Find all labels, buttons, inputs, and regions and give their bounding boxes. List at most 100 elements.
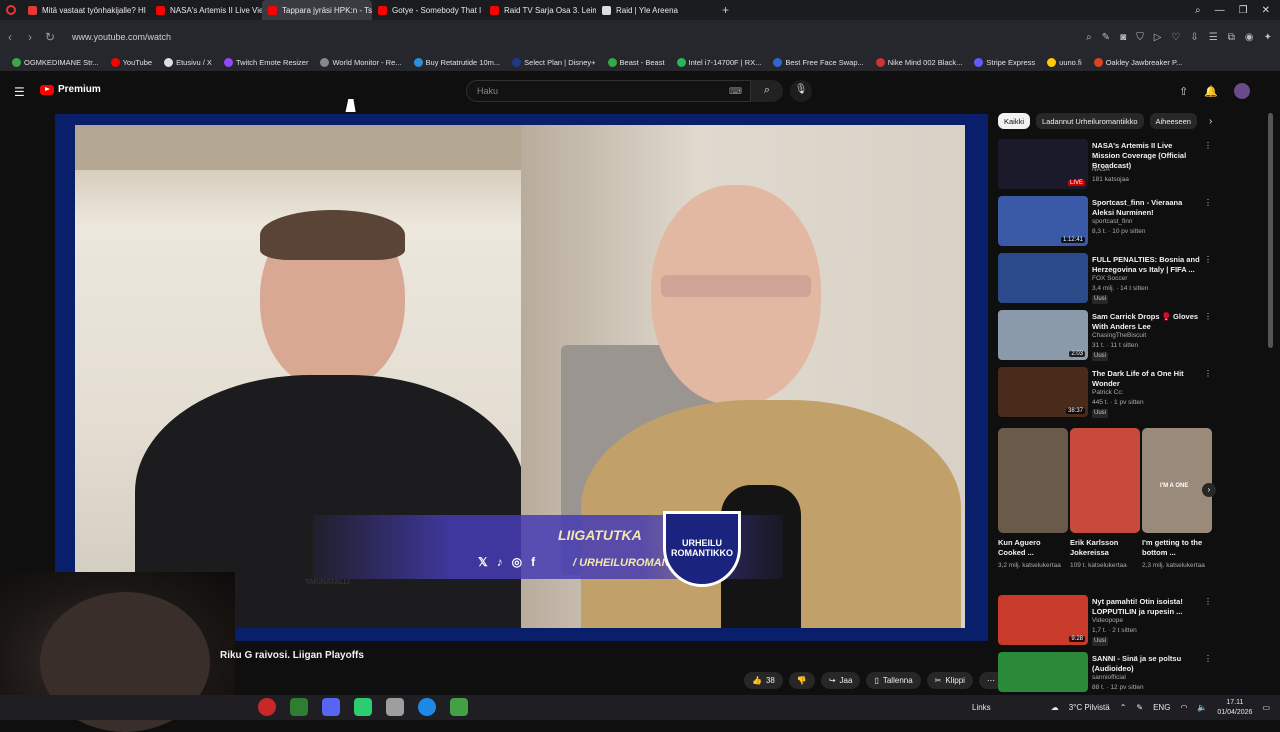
language-indicator[interactable]: ENG (1153, 703, 1170, 712)
chip-all[interactable]: Kaikki (998, 113, 1031, 129)
close-window-icon[interactable]: ✕ (1262, 5, 1270, 16)
heart-icon[interactable]: ♡ (1171, 32, 1180, 43)
chip-uploader[interactable]: Ladannut Urheiluromantiikko (1036, 113, 1144, 129)
like-button[interactable]: 👍 38 (744, 672, 783, 689)
reload-icon[interactable]: ↻ (40, 30, 60, 44)
bookmark[interactable]: Twitch Emote Resizer (220, 58, 313, 67)
wifi-icon[interactable]: ◠ (1180, 703, 1187, 712)
video-player[interactable]: LIIGATUTKA 𝕏 ♪ ◎ f / URHEILUROMANTIKKO U… (55, 114, 988, 641)
more-vert-icon[interactable]: ⋮ (1204, 255, 1212, 264)
keyboard-icon[interactable]: ⌨ (729, 86, 742, 97)
opera-logo-icon[interactable] (6, 5, 16, 15)
bookmark[interactable]: Etusivu / X (160, 58, 216, 67)
bookmark[interactable]: Stripe Express (970, 58, 1039, 67)
shield-icon[interactable]: ⛉ (1136, 32, 1144, 43)
speaker-icon[interactable]: 🔈 (1197, 703, 1207, 712)
save-button[interactable]: ▯ Tallenna (866, 672, 921, 689)
extension-icon[interactable]: ⧉ (1228, 32, 1235, 43)
download-icon[interactable]: ⇩ (1190, 32, 1198, 43)
url-field[interactable]: www.youtube.com/watch (72, 32, 1086, 42)
bookmark[interactable]: Intel i7-14700F | RX... (673, 58, 766, 67)
recommendation-item[interactable]: SANNI - Sinä ja se poltsu (Audioideo) sa… (998, 652, 1218, 692)
youtube-logo[interactable]: Premium (40, 84, 101, 95)
more-vert-icon[interactable]: ⋮ (1204, 597, 1212, 606)
forward-icon[interactable]: › (20, 30, 40, 44)
more-vert-icon[interactable]: ⋮ (1204, 312, 1212, 321)
bookmark-icon (320, 58, 330, 67)
bookmark[interactable]: Best Free Face Swap... (769, 58, 867, 67)
menu-icon[interactable]: ☰ (1209, 32, 1218, 43)
opera-icon[interactable] (258, 698, 276, 716)
recommendation-item[interactable]: 1:12:41 Sportcast_finn - Vieraana Aleksi… (998, 196, 1218, 248)
maximize-icon[interactable]: ❐ (1239, 5, 1248, 16)
browser-tab[interactable]: Gotye - Somebody That I (372, 0, 484, 20)
search-tabs-icon[interactable]: ⌕ (1195, 5, 1201, 16)
search-input[interactable]: Haku ⌨ (466, 80, 751, 102)
recommendation-item[interactable]: 2:03 Sam Carrick Drops 🥊 Gloves With And… (998, 310, 1218, 362)
browser-tab-active[interactable]: Tappara jyräsi HPK:n - Ts (262, 0, 372, 20)
edge-icon[interactable] (418, 698, 436, 716)
ai-icon[interactable]: ✦ (1264, 32, 1272, 43)
short-thumbnail[interactable] (1070, 428, 1140, 533)
bookmark[interactable]: YouTube (107, 58, 156, 67)
bookmark[interactable]: Select Plan | Disney+ (508, 58, 599, 67)
share-button[interactable]: ↪ Jaa (820, 672, 861, 689)
minimize-icon[interactable]: — (1215, 5, 1225, 16)
dislike-button[interactable]: 👎 (788, 672, 815, 689)
bookmark[interactable]: uuno.fi (1043, 58, 1086, 67)
edit-icon[interactable]: ✎ (1102, 32, 1110, 43)
files-icon[interactable] (290, 698, 308, 716)
recommendation-item[interactable]: FULL PENALTIES: Bosnia and Herzegovina v… (998, 253, 1218, 305)
terminal-icon[interactable] (450, 698, 468, 716)
clip-button[interactable]: ✂ Klippi (926, 672, 973, 689)
back-icon[interactable]: ‹ (0, 30, 20, 44)
bell-icon[interactable]: 🔔 (1204, 85, 1218, 98)
more-vert-icon[interactable]: ⋮ (1204, 369, 1212, 378)
logo-text: Premium (58, 84, 101, 95)
short-thumbnail[interactable] (998, 428, 1068, 533)
recommendation-item[interactable]: LIVE NASA's Artemis II Live Mission Cove… (998, 139, 1218, 191)
camera-icon[interactable]: ◙ (1120, 32, 1126, 43)
bookmark[interactable]: Oakley Jawbreaker P... (1090, 58, 1187, 67)
more-vert-icon[interactable]: ⋮ (1204, 141, 1212, 150)
chip-related[interactable]: Aiheeseen (1149, 113, 1197, 129)
browser-tab[interactable]: Raid TV Sarja Osa 3. Leim (484, 0, 596, 20)
chevron-up-icon[interactable]: ⌃ (1120, 703, 1127, 712)
clock[interactable]: 17.11 01/04/2026 (1217, 698, 1252, 718)
play-icon[interactable]: ▷ (1154, 32, 1162, 43)
chevron-right-icon[interactable]: › (1209, 116, 1212, 127)
browser-tab[interactable]: Raid | Yle Areena (596, 0, 714, 20)
zoom-icon[interactable]: ⌕ (1086, 32, 1092, 43)
bookmark[interactable]: World Monitor - Re... (316, 58, 405, 67)
upload-icon[interactable]: ⇧ (1179, 85, 1188, 98)
notifications-icon[interactable]: ▭ (1262, 703, 1270, 712)
browser-tab[interactable]: NASA's Artemis II Live Vie (150, 0, 262, 20)
more-vert-icon[interactable]: ⋮ (1204, 198, 1212, 207)
bookmark-icon (164, 58, 174, 67)
bookmark[interactable]: Buy Retatrutide 10m... (410, 58, 505, 67)
short-thumbnail[interactable]: I'M A ONE (1142, 428, 1212, 533)
discord-icon[interactable] (322, 698, 340, 716)
recommendation-item[interactable]: 38:37 The Dark Life of a One Hit Wonder … (998, 367, 1218, 419)
scrollbar[interactable] (1268, 113, 1273, 348)
voice-search-button[interactable]: 🎙 (790, 80, 812, 102)
search-button[interactable]: ⌕ (751, 80, 783, 102)
spotify-icon[interactable] (354, 698, 372, 716)
shorts-next-icon[interactable]: › (1202, 483, 1216, 497)
thumbnail (998, 652, 1088, 692)
bookmark[interactable]: Beast - Beast (604, 58, 669, 67)
app-icon[interactable] (386, 698, 404, 716)
new-tab-button[interactable]: + (722, 3, 729, 17)
avatar[interactable] (1234, 83, 1250, 99)
more-vert-icon[interactable]: ⋮ (1204, 654, 1212, 663)
links-toolbar[interactable]: Links (972, 703, 991, 712)
bookmark[interactable]: OGMKEDIMANE Str... (8, 58, 103, 67)
bookmark[interactable]: Nike Mind 002 Black... (872, 58, 967, 67)
pen-icon[interactable]: ✎ (1136, 703, 1143, 712)
new-badge: Uusi (1092, 408, 1109, 418)
weather-text[interactable]: 3°C Pilvistä (1069, 703, 1110, 712)
recommendation-item[interactable]: 9:28 Nyt pamahti! Otin isoista! LOPPUTIL… (998, 595, 1218, 647)
browser-tab[interactable]: Mitä vastaat työnhakijalle? Hl (22, 0, 150, 20)
profile-icon[interactable]: ◉ (1245, 32, 1254, 43)
hamburger-menu-icon[interactable]: ☰ (14, 85, 25, 99)
